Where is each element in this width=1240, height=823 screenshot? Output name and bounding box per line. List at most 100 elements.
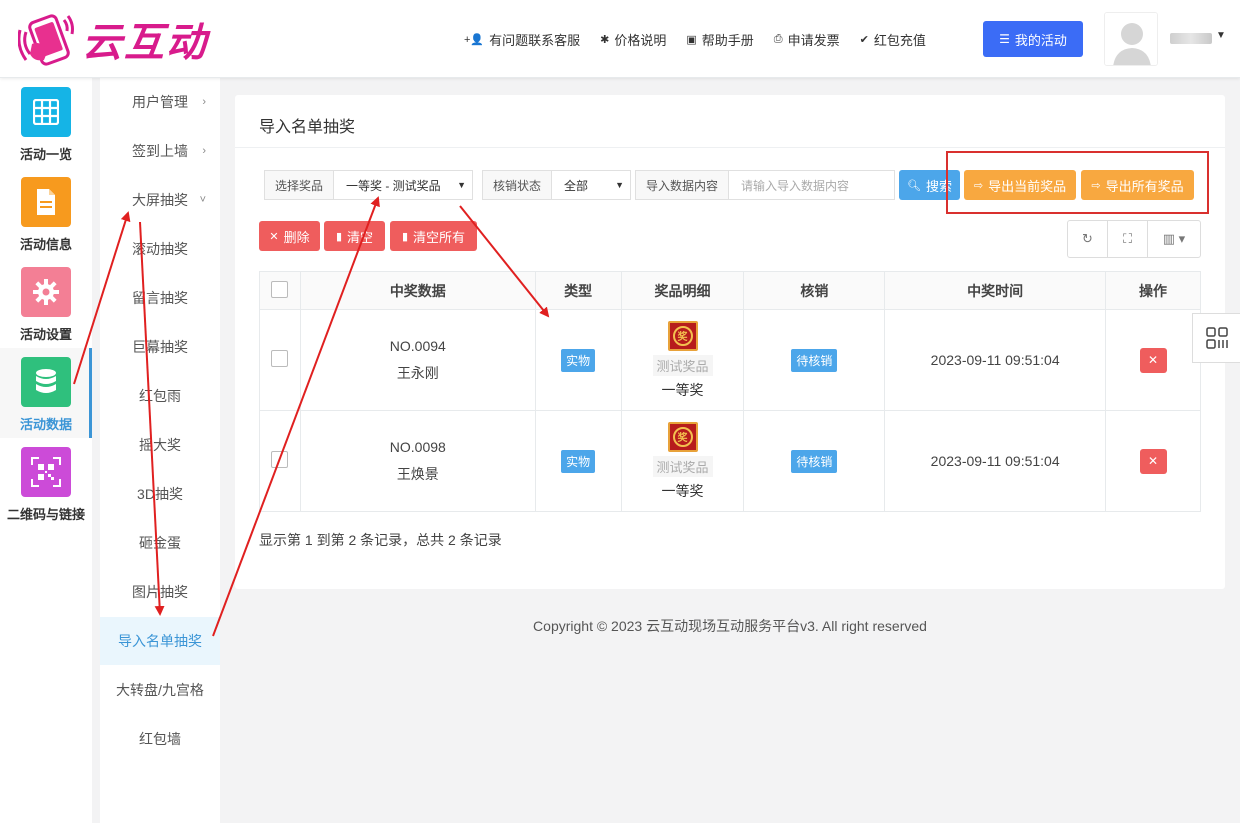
submenu-item-shake-prize[interactable]: 摇大奖 xyxy=(100,421,220,469)
sidebar-item-label: 活动设置 xyxy=(19,327,72,342)
chevron-right-icon: › xyxy=(202,145,206,157)
column-header[interactable]: 奖品明细 xyxy=(620,271,745,310)
action-cell: ✕ xyxy=(1105,410,1201,512)
winners-table: 中奖数据 类型 奖品明细 核销 中奖时间 操作 NO.0094 王永刚 实物 奖… xyxy=(259,271,1201,512)
table-toolbar: ↻ ⛶ ▥ ▾ xyxy=(1067,220,1201,258)
winner-name: 王焕景 xyxy=(396,465,439,482)
submenu-label: 红包墙 xyxy=(139,731,181,747)
prize-level: 一等奖 xyxy=(661,482,704,499)
content-search-input[interactable]: 请输入导入数据内容 xyxy=(728,170,896,200)
submenu-item-message-lottery[interactable]: 留言抽奖 xyxy=(100,274,220,322)
sidebar-item-activity-data[interactable]: 活动数据 xyxy=(0,348,92,438)
select-all-checkbox[interactable] xyxy=(271,280,289,298)
submenu-item-signin-wall[interactable]: 签到上墙 › xyxy=(100,127,220,175)
status-badge[interactable]: 待核销 xyxy=(791,449,838,473)
status-select[interactable]: 全部 ▼ xyxy=(551,170,632,200)
row-checkbox[interactable] xyxy=(271,451,289,468)
prize-icon-glyph: 奖 xyxy=(672,325,693,346)
icon-sidebar: 活动一览 活动信息 活动设置 活动数据 二维码与链接 xyxy=(0,78,92,823)
avatar[interactable] xyxy=(1104,12,1158,66)
submenu-item-user-management[interactable]: 用户管理 › xyxy=(100,78,220,126)
highlight-annotation-box xyxy=(946,151,1209,214)
pagination-summary: 显示第 1 到第 2 条记录，总共 2 条记录 xyxy=(259,532,502,548)
sidebar-item-activity-settings[interactable]: 活动设置 xyxy=(0,258,92,348)
submenu-item-image-lottery[interactable]: 图片抽奖 xyxy=(100,568,220,616)
help-manual-link[interactable]: ▣ 帮助手册 xyxy=(686,30,753,49)
columns-icon[interactable]: ▥ ▾ xyxy=(1148,221,1200,257)
submenu-item-redpacket-rain[interactable]: 红包雨 xyxy=(100,372,220,420)
logo[interactable]: 云互动 xyxy=(17,10,208,68)
floating-qrcode-button[interactable] xyxy=(1192,313,1240,363)
user-name-blurred[interactable] xyxy=(1170,33,1212,44)
prize-select-value: 一等奖 - 测试奖品 xyxy=(346,178,441,193)
delete-button[interactable]: ✕ 删除 xyxy=(259,221,320,251)
submenu-item-golden-egg[interactable]: 砸金蛋 xyxy=(100,519,220,567)
column-header[interactable]: 中奖时间 xyxy=(884,271,1107,310)
document-icon xyxy=(21,177,71,227)
submenu-item-3d-lottery[interactable]: 3D抽奖 xyxy=(100,470,220,518)
database-icon xyxy=(21,357,71,407)
prize-icon: 奖 xyxy=(667,421,698,452)
clear-button[interactable]: ▮ 清空 xyxy=(324,221,385,251)
submenu-item-wheel-grid[interactable]: 大转盘/九宫格 xyxy=(100,666,220,714)
my-activity-button[interactable]: ☰ 我的活动 xyxy=(983,21,1083,57)
pricing-link[interactable]: ✱ 价格说明 xyxy=(600,30,666,49)
list-icon: ☰ xyxy=(999,32,1010,46)
printer-icon: ⎙ xyxy=(773,33,783,45)
top-nav: +👤 有问题联系客服 ✱ 价格说明 ▣ 帮助手册 ⎙ 申请发票 ✔ 红包充值 xyxy=(464,30,946,49)
top-header: 云互动 +👤 有问题联系客服 ✱ 价格说明 ▣ 帮助手册 ⎙ 申请发票 ✔ 红包充值 ☰ 我… xyxy=(0,0,1240,78)
sidebar-item-activity-info[interactable]: 活动信息 xyxy=(0,168,92,258)
winner-number: NO.0098 xyxy=(389,438,446,455)
topnav-label: 红包充值 xyxy=(873,33,926,48)
gear-icon: ✱ xyxy=(600,34,610,46)
type-badge: 实物 xyxy=(561,348,596,372)
topnav-label: 有问题联系客服 xyxy=(489,33,581,48)
content-search-placeholder: 请输入导入数据内容 xyxy=(741,178,850,193)
submenu-item-scroll-lottery[interactable]: 滚动抽奖 xyxy=(100,225,220,273)
close-icon: ✕ xyxy=(269,230,279,243)
add-user-icon: +👤 xyxy=(464,34,485,46)
row-delete-button[interactable]: ✕ xyxy=(1139,448,1167,474)
content-filter: 导入数据内容 请输入导入数据内容 xyxy=(635,170,896,200)
brand-name: 云互动 xyxy=(82,20,208,66)
contact-support-link[interactable]: +👤 有问题联系客服 xyxy=(464,30,580,49)
chevron-right-icon: › xyxy=(202,96,206,108)
winner-name: 王永刚 xyxy=(396,364,439,381)
submenu-item-redpacket-wall[interactable]: 红包墙 xyxy=(100,715,220,763)
column-header[interactable]: 中奖数据 xyxy=(299,271,536,310)
status-filter-label: 核销状态 xyxy=(482,170,552,200)
sidebar-item-qrcode-link[interactable]: 二维码与链接 xyxy=(0,438,92,528)
time-cell: 2023-09-11 09:51:04 xyxy=(884,309,1107,411)
prize-filter-label: 选择奖品 xyxy=(264,170,334,200)
prize-level: 一等奖 xyxy=(661,381,704,398)
status-badge[interactable]: 待核销 xyxy=(791,348,838,372)
submenu-item-giant-screen-lottery[interactable]: 巨幕抽奖 xyxy=(100,323,220,371)
submenu-item-import-list-lottery[interactable]: 导入名单抽奖 xyxy=(100,617,220,665)
invoice-link[interactable]: ⎙ 申请发票 xyxy=(774,30,840,49)
redpacket-recharge-link[interactable]: ✔ 红包充值 xyxy=(860,30,926,49)
submenu-label: 3D抽奖 xyxy=(137,486,183,502)
sidebar-item-activity-overview[interactable]: 活动一览 xyxy=(0,78,92,168)
submenu-item-big-screen-lottery[interactable]: 大屏抽奖 ˅ xyxy=(100,176,220,224)
column-header[interactable]: 核销 xyxy=(743,271,886,310)
submenu-label: 巨幕抽奖 xyxy=(132,339,188,355)
action-cell: ✕ xyxy=(1105,309,1201,411)
sidebar-item-label: 二维码与链接 xyxy=(6,507,85,522)
refresh-icon[interactable]: ↻ xyxy=(1068,221,1108,257)
sidebar-item-label: 活动一览 xyxy=(19,147,72,162)
prize-filter: 选择奖品 一等奖 - 测试奖品 ▼ xyxy=(264,170,474,200)
prize-detail-cell: 奖 测试奖品 一等奖 xyxy=(620,410,745,512)
submenu-label: 导入名单抽奖 xyxy=(118,633,202,649)
row-delete-button[interactable]: ✕ xyxy=(1139,347,1167,373)
column-header[interactable]: 类型 xyxy=(534,271,622,310)
chevron-down-icon[interactable]: ▼ xyxy=(1216,30,1226,41)
row-checkbox[interactable] xyxy=(271,350,289,367)
qrcode-icon xyxy=(21,447,71,497)
fullscreen-icon[interactable]: ⛶ xyxy=(1108,221,1148,257)
chevron-down-icon: ▼ xyxy=(615,180,625,190)
trash-icon: ▮ xyxy=(401,230,409,243)
clear-all-button[interactable]: ▮ 清空所有 xyxy=(390,221,477,251)
prize-select[interactable]: 一等奖 - 测试奖品 ▼ xyxy=(333,170,474,200)
table-row: NO.0098 王焕景 实物 奖 测试奖品 一等奖 待核销 2023-09-11… xyxy=(259,410,1201,512)
prize-detail-cell: 奖 测试奖品 一等奖 xyxy=(620,309,745,411)
